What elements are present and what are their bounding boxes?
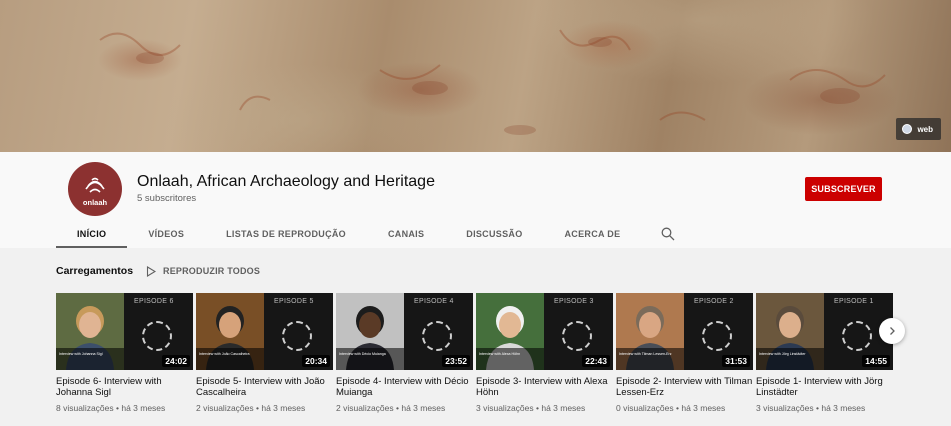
- subscriber-count: 5 subscritores: [137, 193, 197, 204]
- rock-art-pattern: [99, 29, 886, 135]
- video-meta: 2 visualizações • há 3 meses: [336, 403, 473, 413]
- web-link-label: web: [917, 124, 933, 134]
- video-duration: 22:43: [582, 355, 610, 367]
- view-count: 2 visualizações: [336, 403, 394, 413]
- globe-icon: [902, 124, 913, 134]
- tab-about[interactable]: ACERCA DE: [544, 220, 642, 248]
- view-count: 3 visualizações: [476, 403, 534, 413]
- upload-age: há 3 meses: [261, 403, 306, 413]
- episode-label: EPISODE 2: [694, 298, 734, 305]
- tab-channels[interactable]: CANAIS: [367, 220, 445, 248]
- video-thumbnail[interactable]: Interview with Décio Muianga EPISODE 4 2…: [336, 293, 473, 370]
- video-row: Interview with Johanna Sigl EPISODE 6 24…: [56, 293, 893, 413]
- video-meta: 3 visualizações • há 3 meses: [476, 403, 613, 413]
- podcast-ring-icon: [842, 321, 872, 351]
- video-duration: 23:52: [442, 355, 470, 367]
- video-meta: 8 visualizações • há 3 meses: [56, 403, 193, 413]
- guest-photo: Interview with Alexa Höhn: [476, 293, 544, 370]
- video-card[interactable]: Interview with Jörg Linstädter EPISODE 1…: [756, 293, 893, 413]
- guest-photo: Interview with Jörg Linstädter: [756, 293, 824, 370]
- view-count: 2 visualizações: [196, 403, 254, 413]
- thumbnail-caption: Interview with João Cascalheira: [199, 352, 250, 356]
- upload-age: há 3 meses: [401, 403, 446, 413]
- video-card[interactable]: Interview with João Cascalheira EPISODE …: [196, 293, 333, 413]
- video-card[interactable]: Interview with Décio Muianga EPISODE 4 2…: [336, 293, 473, 413]
- view-count: 8 visualizações: [56, 403, 114, 413]
- episode-label: EPISODE 6: [134, 298, 174, 305]
- next-arrow-button[interactable]: [879, 318, 905, 344]
- video-thumbnail[interactable]: Interview with Johanna Sigl EPISODE 6 24…: [56, 293, 193, 370]
- video-meta: 3 visualizações • há 3 meses: [756, 403, 893, 413]
- channel-tabs: INÍCIO VÍDEOS LISTAS DE REPRODUÇÃO CANAI…: [56, 220, 681, 248]
- podcast-ring-icon: [422, 321, 452, 351]
- podcast-ring-icon: [562, 321, 592, 351]
- thumbnail-caption: Interview with Tilman Lessen-Erz: [619, 352, 672, 356]
- upload-age: há 3 meses: [821, 403, 866, 413]
- podcast-ring-icon: [142, 321, 172, 351]
- video-duration: 14:55: [862, 355, 890, 367]
- subscribe-button[interactable]: SUBSCREVER: [805, 177, 882, 201]
- video-thumbnail[interactable]: Interview with Jörg Linstädter EPISODE 1…: [756, 293, 893, 370]
- guest-photo: Interview with João Cascalheira: [196, 293, 264, 370]
- channel-banner: web: [0, 0, 951, 152]
- upload-age: há 3 meses: [681, 403, 726, 413]
- thumbnail-caption: Interview with Décio Muianga: [339, 352, 386, 356]
- avatar-text: onlaah: [82, 198, 108, 207]
- thumbnail-caption: Interview with Alexa Höhn: [479, 352, 521, 356]
- podcast-ring-icon: [702, 321, 732, 351]
- episode-label: EPISODE 3: [554, 298, 594, 305]
- episode-label: EPISODE 5: [274, 298, 314, 305]
- play-all-label: REPRODUZIR TODOS: [163, 266, 261, 276]
- tab-videos[interactable]: VÍDEOS: [127, 220, 205, 248]
- podcast-ring-icon: [282, 321, 312, 351]
- episode-label: EPISODE 1: [834, 298, 874, 305]
- video-card[interactable]: Interview with Johanna Sigl EPISODE 6 24…: [56, 293, 193, 413]
- video-card[interactable]: Interview with Tilman Lessen-Erz EPISODE…: [616, 293, 753, 413]
- video-title[interactable]: Episode 3- Interview with Alexa Höhn: [476, 376, 613, 398]
- video-card[interactable]: Interview with Alexa Höhn EPISODE 3 22:4…: [476, 293, 613, 413]
- tab-discussion[interactable]: DISCUSSÃO: [445, 220, 543, 248]
- channel-title: Onlaah, African Archaeology and Heritage: [137, 173, 435, 190]
- upload-age: há 3 meses: [121, 403, 166, 413]
- video-title[interactable]: Episode 4- Interview with Décio Muianga: [336, 376, 473, 398]
- chevron-right-icon: [890, 327, 895, 335]
- episode-label: EPISODE 4: [414, 298, 454, 305]
- play-icon: [146, 265, 156, 277]
- video-title[interactable]: Episode 5- Interview with João Cascalhei…: [196, 376, 333, 398]
- video-meta: 0 visualizações • há 3 meses: [616, 403, 753, 413]
- video-title[interactable]: Episode 2- Interview with Tilman Lessen-…: [616, 376, 753, 398]
- guest-photo: Interview with Décio Muianga: [336, 293, 404, 370]
- upload-age: há 3 meses: [541, 403, 586, 413]
- video-title[interactable]: Episode 1- Interview with Jörg Linstädte…: [756, 376, 893, 398]
- thumbnail-caption: Interview with Johanna Sigl: [59, 352, 103, 356]
- search-icon[interactable]: [655, 220, 681, 248]
- video-thumbnail[interactable]: Interview with João Cascalheira EPISODE …: [196, 293, 333, 370]
- thumbnail-caption: Interview with Jörg Linstädter: [759, 352, 806, 356]
- video-title[interactable]: Episode 6- Interview with Johanna Sigl: [56, 376, 193, 398]
- channel-avatar[interactable]: onlaah: [68, 162, 122, 216]
- video-meta: 2 visualizações • há 3 meses: [196, 403, 333, 413]
- uploads-section: Carregamentos REPRODUZIR TODOS Interview…: [0, 248, 951, 426]
- web-link[interactable]: web: [896, 118, 941, 140]
- tab-home[interactable]: INÍCIO: [56, 220, 128, 248]
- guest-photo: Interview with Johanna Sigl: [56, 293, 124, 370]
- video-thumbnail[interactable]: Interview with Alexa Höhn EPISODE 3 22:4…: [476, 293, 613, 370]
- guest-photo: Interview with Tilman Lessen-Erz: [616, 293, 684, 370]
- view-count: 3 visualizações: [756, 403, 814, 413]
- section-title: Carregamentos: [56, 265, 134, 277]
- video-duration: 24:02: [162, 355, 190, 367]
- video-thumbnail[interactable]: Interview with Tilman Lessen-Erz EPISODE…: [616, 293, 753, 370]
- play-all-button[interactable]: REPRODUZIR TODOS: [146, 264, 260, 278]
- view-count: 0 visualizações: [616, 403, 674, 413]
- tab-playlists[interactable]: LISTAS DE REPRODUÇÃO: [205, 220, 367, 248]
- video-duration: 20:34: [302, 355, 330, 367]
- video-duration: 31:53: [722, 355, 750, 367]
- avatar-logo-icon: [85, 177, 105, 193]
- channel-header: onlaah Onlaah, African Archaeology and H…: [0, 152, 951, 248]
